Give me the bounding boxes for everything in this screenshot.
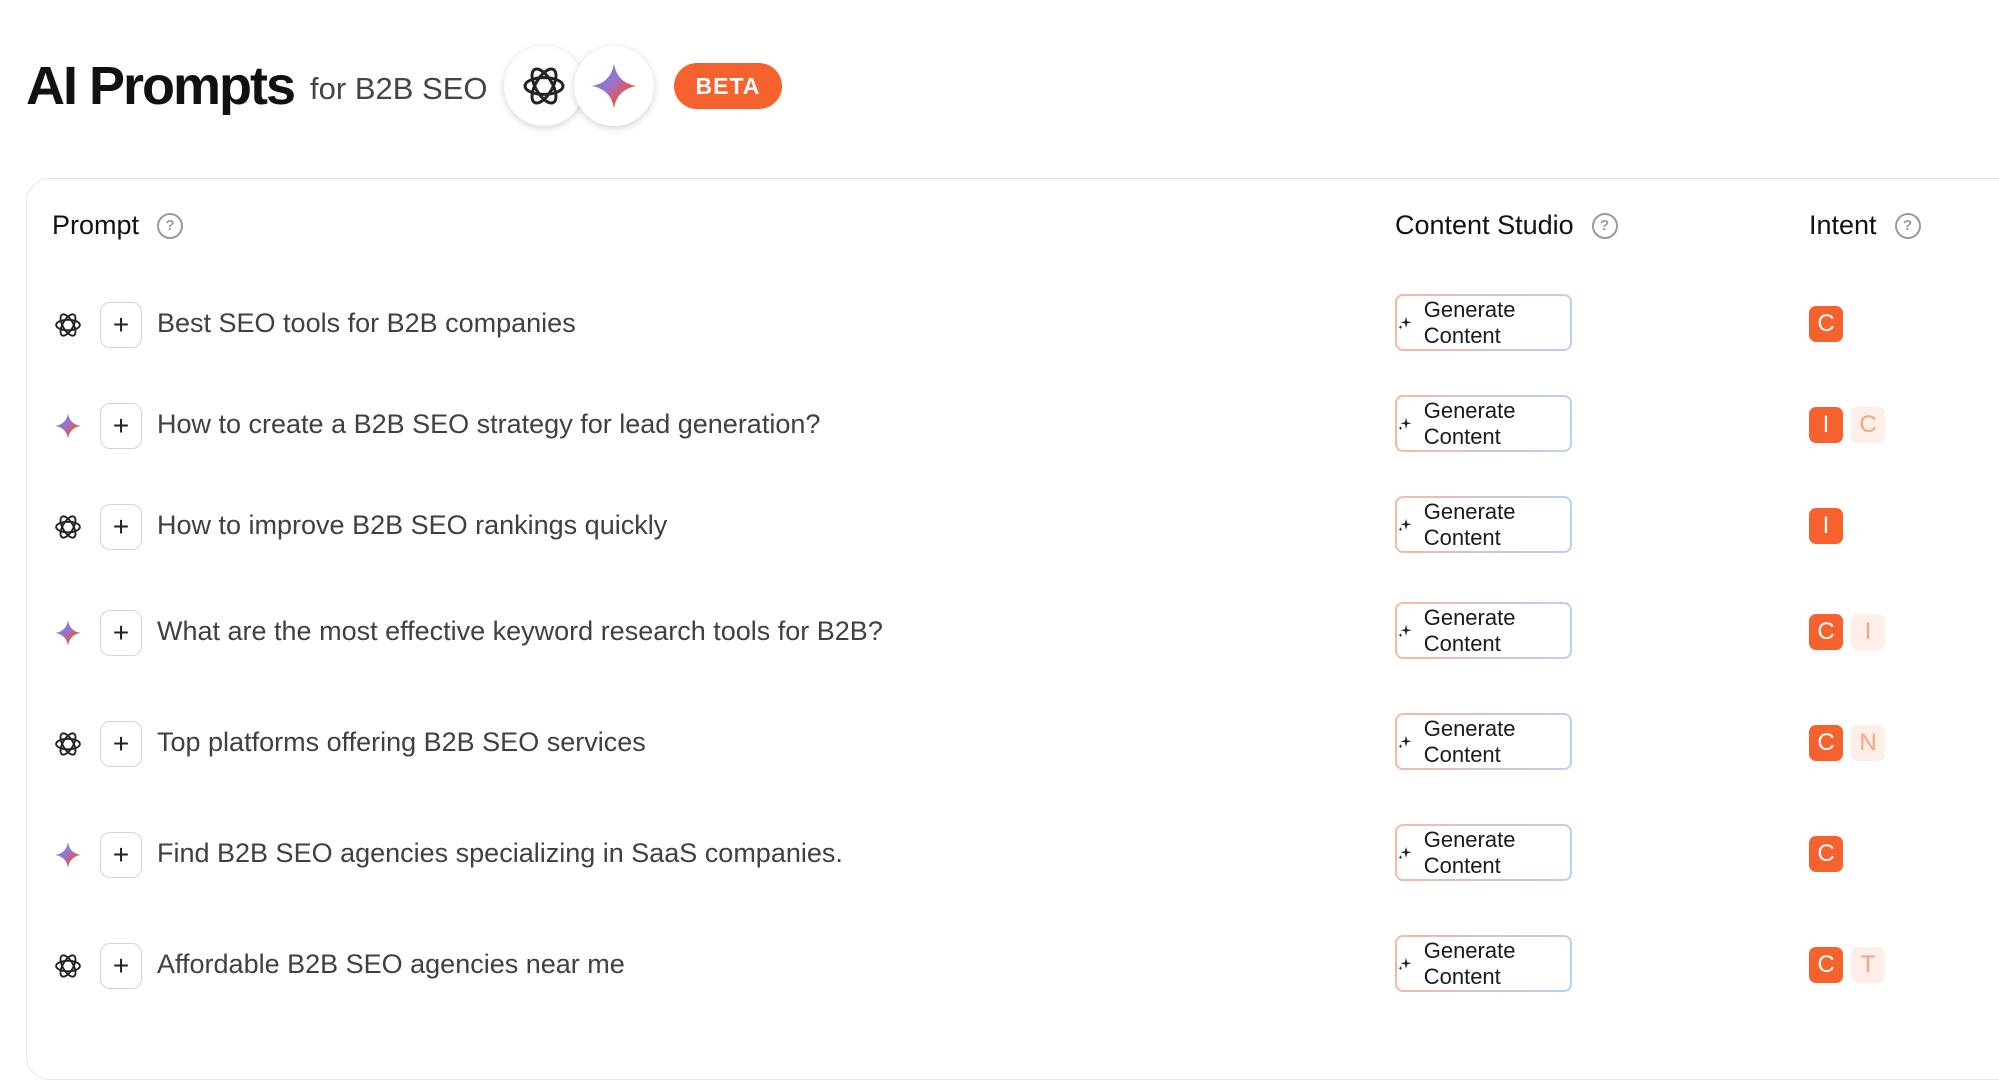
table-row: + Find B2B SEO agencies specializing in … <box>0 824 1999 885</box>
intent-badge: I <box>1809 407 1843 443</box>
prompt-text: How to create a B2B SEO strategy for lea… <box>157 409 821 439</box>
intent-badge: N <box>1851 725 1885 761</box>
add-prompt-button[interactable]: + <box>100 832 142 878</box>
column-label-prompt: Prompt <box>52 210 140 240</box>
sparkle-icon <box>1397 515 1414 535</box>
prompt-text: Top platforms offering B2B SEO services <box>157 727 646 757</box>
generate-content-button[interactable]: Generate Content <box>1395 935 1572 992</box>
page-header: AI Prompts for B2B SEO BETA <box>26 46 783 126</box>
intent-badge: C <box>1809 725 1843 761</box>
intent-badge: I <box>1851 614 1885 650</box>
gemini-logo-icon <box>573 46 654 126</box>
intent-badges: C T <box>1809 947 1893 983</box>
chatgpt-logo-icon <box>503 46 584 126</box>
intent-badge: T <box>1851 947 1885 983</box>
intent-badge: C <box>1809 614 1843 650</box>
generate-content-button[interactable]: Generate Content <box>1395 496 1572 553</box>
intent-badge: C <box>1809 836 1843 872</box>
add-prompt-button[interactable]: + <box>100 302 142 348</box>
column-label-intent: Intent <box>1809 210 1877 240</box>
chatgpt-icon <box>52 950 84 982</box>
add-prompt-button[interactable]: + <box>100 610 142 656</box>
generate-content-label: Generate Content <box>1423 498 1516 550</box>
add-prompt-button[interactable]: + <box>100 943 142 989</box>
add-prompt-button[interactable]: + <box>100 403 142 449</box>
intent-badge: C <box>1809 306 1843 342</box>
beta-badge: BETA <box>673 63 783 109</box>
chatgpt-icon <box>52 511 84 543</box>
chatgpt-icon <box>52 728 84 760</box>
intent-badges: C I <box>1809 614 1893 650</box>
intent-badge: I <box>1809 508 1843 544</box>
generate-content-label: Generate Content <box>1423 296 1516 348</box>
generate-content-label: Generate Content <box>1423 937 1516 989</box>
table-row: + What are the most effective keyword re… <box>0 602 1999 663</box>
prompt-text: Best SEO tools for B2B companies <box>157 308 576 338</box>
table-row: + Affordable B2B SEO agencies near me Ge… <box>0 935 1999 996</box>
intent-badge: C <box>1809 947 1843 983</box>
sparkle-icon <box>1397 954 1414 974</box>
sparkle-icon <box>1397 313 1414 333</box>
chatgpt-icon <box>52 309 84 341</box>
column-label-content-studio: Content Studio <box>1395 210 1574 240</box>
table-row: + How to create a B2B SEO strategy for l… <box>0 395 1999 456</box>
generate-content-label: Generate Content <box>1423 397 1516 449</box>
generate-content-label: Generate Content <box>1423 604 1516 656</box>
generate-content-button[interactable]: Generate Content <box>1395 395 1572 452</box>
prompt-text: Affordable B2B SEO agencies near me <box>157 949 625 979</box>
column-header-content-studio: Content Studio ? <box>1395 210 1618 241</box>
help-icon[interactable]: ? <box>157 212 184 239</box>
intent-badges: I <box>1809 508 1851 544</box>
generate-content-button[interactable]: Generate Content <box>1395 824 1572 881</box>
page-subtitle: for B2B SEO <box>310 71 488 106</box>
intent-badges: C <box>1809 836 1851 872</box>
table-row: + Top platforms offering B2B SEO service… <box>0 713 1999 774</box>
intent-badge: C <box>1851 407 1885 443</box>
prompt-text: How to improve B2B SEO rankings quickly <box>157 510 668 540</box>
generate-content-label: Generate Content <box>1423 826 1516 878</box>
table-row: + How to improve B2B SEO rankings quickl… <box>0 496 1999 557</box>
sparkle-icon <box>1397 414 1414 434</box>
intent-badges: I C <box>1809 407 1893 443</box>
table-row: + Best SEO tools for B2B companies Gener… <box>0 294 1999 355</box>
generate-content-label: Generate Content <box>1423 715 1516 767</box>
column-header-prompt: Prompt ? <box>52 210 184 241</box>
sparkle-icon <box>1397 621 1414 641</box>
gemini-icon <box>52 410 84 442</box>
sparkle-icon <box>1397 732 1414 752</box>
add-prompt-button[interactable]: + <box>100 504 142 550</box>
help-icon[interactable]: ? <box>1591 212 1618 239</box>
gemini-icon <box>52 617 84 649</box>
generate-content-button[interactable]: Generate Content <box>1395 294 1572 351</box>
help-icon[interactable]: ? <box>1894 212 1921 239</box>
gemini-icon <box>52 839 84 871</box>
column-header-intent: Intent ? <box>1809 210 1921 241</box>
prompt-text: What are the most effective keyword rese… <box>157 616 883 646</box>
page-title: AI Prompts <box>26 56 296 116</box>
intent-badges: C <box>1809 306 1851 342</box>
generate-content-button[interactable]: Generate Content <box>1395 602 1572 659</box>
sparkle-icon <box>1397 843 1414 863</box>
intent-badges: C N <box>1809 725 1893 761</box>
add-prompt-button[interactable]: + <box>100 721 142 767</box>
prompt-text: Find B2B SEO agencies specializing in Sa… <box>157 838 843 868</box>
generate-content-button[interactable]: Generate Content <box>1395 713 1572 770</box>
